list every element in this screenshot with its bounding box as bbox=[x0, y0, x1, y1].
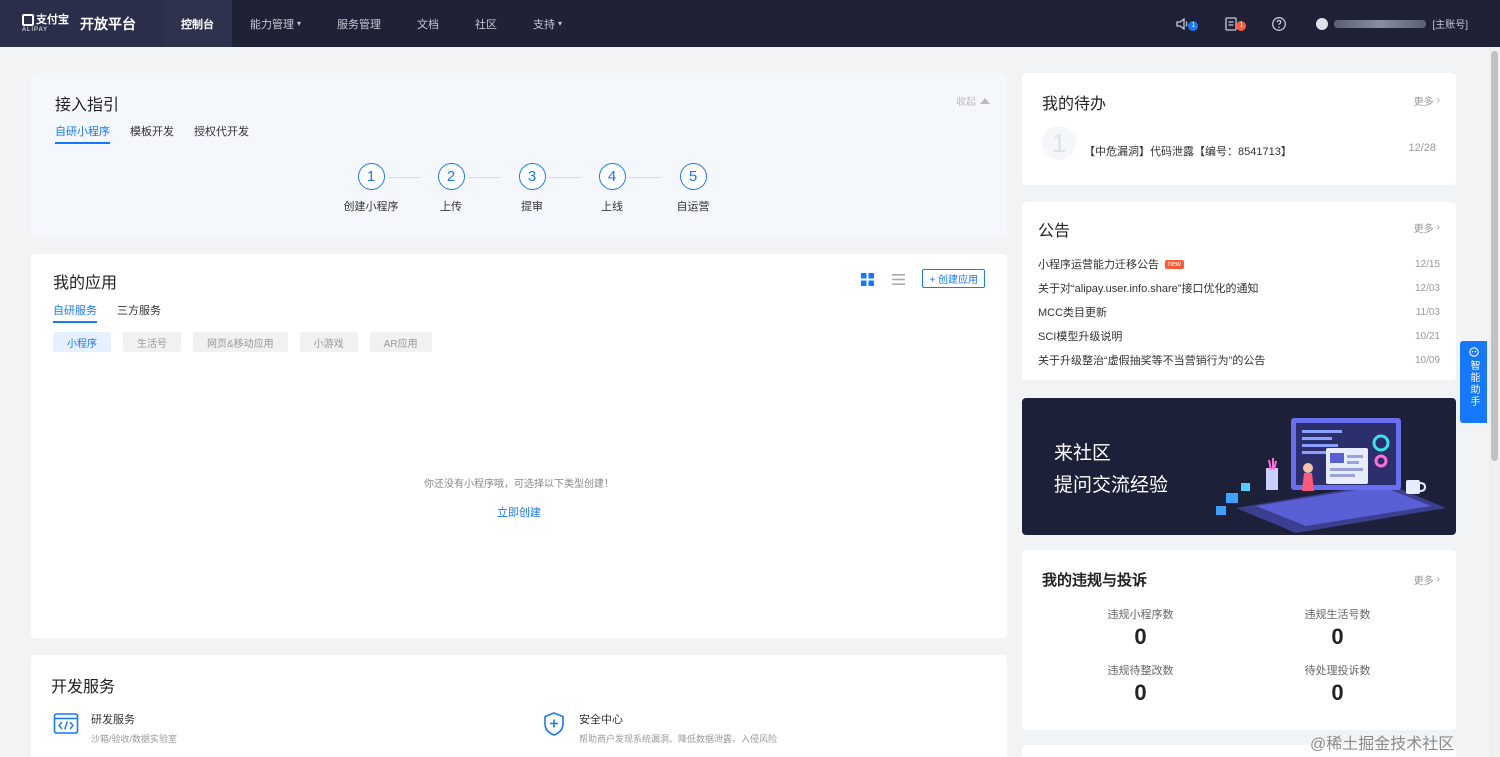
notice-card: 公告 更多 › 小程序运营能力迁移公告 new 12/15 关于对“alipay.us… bbox=[1022, 202, 1456, 380]
message-badge: 1 bbox=[1188, 20, 1199, 31]
chip-web-mobile[interactable]: 网页&移动应用 bbox=[193, 332, 288, 352]
guide-card: 接入指引 收起 自研小程序 模板开发 授权代开发 1 创建小程序 2 上传 3 提审 … bbox=[31, 73, 1007, 237]
violations-title: 我的违规与投诉 bbox=[1042, 572, 1148, 589]
apps-tabs: 自研服务 三方服务 bbox=[53, 302, 161, 323]
step-upload: 2 上传 bbox=[411, 163, 491, 214]
nav-support[interactable]: 支持 ▾ bbox=[515, 0, 580, 47]
nav-docs[interactable]: 文档 bbox=[399, 0, 457, 47]
apps-title: 我的应用 bbox=[53, 275, 118, 292]
list-item[interactable]: 小程序运营能力迁移公告 new 12/15 bbox=[1038, 252, 1440, 276]
chevron-right-icon: › bbox=[1436, 222, 1440, 233]
todo-card: 我的待办 更多 › 1 【中危漏洞】代码泄露【编号：8541713】 12/28 bbox=[1022, 73, 1456, 185]
assistant-button[interactable]: 智能助手 bbox=[1460, 341, 1487, 423]
stat-violating-miniapps: 违规小程序数 0 bbox=[1107, 609, 1174, 649]
scrollbar[interactable] bbox=[1489, 47, 1500, 757]
chip-lifeaccount[interactable]: 生活号 bbox=[123, 332, 181, 352]
guide-title: 接入指引 bbox=[55, 97, 120, 114]
empty-state-text: 你还没有小程序哦，可选择以下类型创建！ bbox=[424, 479, 614, 490]
list-item[interactable]: 关于对“alipay.user.info.share”接口优化的通知 12/03 bbox=[1038, 276, 1440, 300]
platform-title: 开放平台 bbox=[80, 15, 136, 32]
community-illustration bbox=[1216, 418, 1446, 533]
community-banner[interactable]: 来社区 提问交流经验 bbox=[1022, 398, 1456, 535]
shield-icon bbox=[544, 712, 564, 736]
watermark: @稀土掘金技术社区 bbox=[1310, 736, 1455, 753]
tab-third-party[interactable]: 三方服务 bbox=[117, 302, 161, 323]
dev-services-card: 开发服务 研发服务 沙箱/验收/数据实验室 安全中心 帮助商户发现系统漏洞、降低… bbox=[31, 655, 1007, 757]
chip-miniapp[interactable]: 小程序 bbox=[53, 332, 111, 352]
guide-tabs: 自研小程序 模板开发 授权代开发 bbox=[55, 123, 249, 144]
chevron-right-icon: › bbox=[1436, 574, 1440, 585]
list-item[interactable]: 关于升级整治“虚假抽奖等不当营销行为”的公告 10/09 bbox=[1038, 348, 1440, 372]
tab-self-miniapp[interactable]: 自研小程序 bbox=[55, 123, 110, 144]
violations-stats: 违规小程序数 0 违规生活号数 0 违规待整改数 0 待处理投诉数 0 bbox=[1042, 606, 1436, 706]
code-icon bbox=[53, 713, 79, 734]
create-app-button[interactable]: + 创建应用 bbox=[922, 269, 985, 288]
view-switch bbox=[861, 273, 905, 286]
tab-self-service[interactable]: 自研服务 bbox=[53, 302, 97, 323]
notice-more-link[interactable]: 更多 › bbox=[1414, 220, 1440, 235]
notice-title: 公告 bbox=[1038, 223, 1071, 240]
guide-steps: 1 创建小程序 2 上传 3 提审 4 上线 5 自运营 bbox=[331, 163, 711, 223]
nav-console[interactable]: 控制台 bbox=[163, 0, 232, 47]
stat-pending-rectification: 违规待整改数 0 bbox=[1107, 665, 1174, 705]
top-nav: 支付宝 ALIPAY 开放平台 控制台 能力管理 ▾ 服务管理 文档 社区 支持 ▾… bbox=[0, 0, 1500, 47]
create-now-link: 立即创建 bbox=[497, 507, 541, 519]
nav-service[interactable]: 服务管理 bbox=[319, 0, 399, 47]
todo-date: 12/28 bbox=[1408, 142, 1436, 154]
todo-more-link[interactable]: 更多 › bbox=[1414, 93, 1440, 108]
list-item[interactable]: SCI模型升级说明 10/21 bbox=[1038, 324, 1440, 348]
violations-card: 我的违规与投诉 更多 › 违规小程序数 0 违规生活号数 0 违规待整改数 0 待处理投… bbox=[1022, 550, 1456, 730]
scroll-thumb[interactable] bbox=[1491, 51, 1498, 461]
banner-line1: 来社区 bbox=[1054, 443, 1112, 464]
account-role: [主账号] bbox=[1432, 20, 1468, 31]
tab-template[interactable]: 模板开发 bbox=[130, 123, 174, 144]
svc-security[interactable]: 安全中心 帮助商户发现系统漏洞、降低数据泄露、入侵风险 bbox=[541, 711, 777, 745]
main-menu: 控制台 能力管理 ▾ 服务管理 文档 社区 支持 ▾ bbox=[163, 0, 580, 47]
account-menu[interactable]: [主账号] bbox=[1316, 16, 1468, 31]
banner-line2: 提问交流经验 bbox=[1054, 475, 1169, 496]
stat-pending-complaints: 待处理投诉数 0 bbox=[1304, 665, 1371, 705]
task-badge: 1 bbox=[1236, 20, 1247, 31]
nav-capability[interactable]: 能力管理 ▾ bbox=[232, 0, 319, 47]
nav-community[interactable]: 社区 bbox=[457, 0, 515, 47]
new-badge: new bbox=[1165, 260, 1184, 269]
nav-tools: 1 1 [主账号] bbox=[1172, 0, 1500, 47]
todo-item[interactable]: 【中危漏洞】代码泄露【编号：8541713】 bbox=[1084, 143, 1292, 159]
todo-index: 1 bbox=[1042, 126, 1076, 160]
step-create: 1 创建小程序 bbox=[331, 163, 411, 214]
dev-title: 开发服务 bbox=[51, 679, 116, 696]
help-icon[interactable] bbox=[1268, 13, 1290, 35]
svc-rd[interactable]: 研发服务 沙箱/验收/数据实验室 bbox=[53, 711, 177, 745]
chevron-right-icon: › bbox=[1436, 95, 1440, 106]
avatar bbox=[1316, 17, 1329, 30]
app-type-filters: 小程序 生活号 网页&移动应用 小游戏 AR应用 bbox=[53, 332, 432, 352]
robot-icon bbox=[1468, 347, 1479, 357]
caret-up-icon bbox=[980, 97, 990, 104]
grid-view-icon[interactable] bbox=[861, 273, 874, 286]
violations-more-link[interactable]: 更多 › bbox=[1414, 572, 1440, 587]
brand[interactable]: 支付宝 ALIPAY 开放平台 bbox=[0, 0, 163, 47]
account-name-redacted bbox=[1334, 19, 1427, 28]
my-apps-card: 我的应用 + 创建应用 自研服务 三方服务 小程序 生活号 网页&移动应用 小游… bbox=[31, 254, 1007, 638]
alipay-logo: 支付宝 ALIPAY bbox=[22, 13, 69, 33]
stat-violating-lifeaccounts: 违规生活号数 0 bbox=[1304, 609, 1371, 649]
collapse-toggle[interactable]: 收起 bbox=[956, 93, 990, 108]
notice-list: 小程序运营能力迁移公告 new 12/15 关于对“alipay.user.info… bbox=[1038, 252, 1440, 372]
step-launch: 4 上线 bbox=[572, 163, 652, 214]
step-operate: 5 自运营 bbox=[653, 163, 733, 214]
task-icon[interactable]: 1 bbox=[1220, 13, 1247, 35]
list-item[interactable]: MCC类目更新 11/03 bbox=[1038, 300, 1440, 324]
list-view-icon[interactable] bbox=[892, 273, 905, 286]
step-review: 3 提审 bbox=[492, 163, 572, 214]
chip-minigame[interactable]: 小游戏 bbox=[299, 332, 358, 352]
speaker-icon[interactable]: 1 bbox=[1172, 13, 1199, 35]
chip-ar[interactable]: AR应用 bbox=[369, 332, 432, 352]
chevron-down-icon: ▾ bbox=[558, 19, 563, 28]
chevron-down-icon: ▾ bbox=[297, 19, 302, 28]
todo-title: 我的待办 bbox=[1042, 96, 1107, 113]
tab-authorized[interactable]: 授权代开发 bbox=[194, 123, 249, 144]
